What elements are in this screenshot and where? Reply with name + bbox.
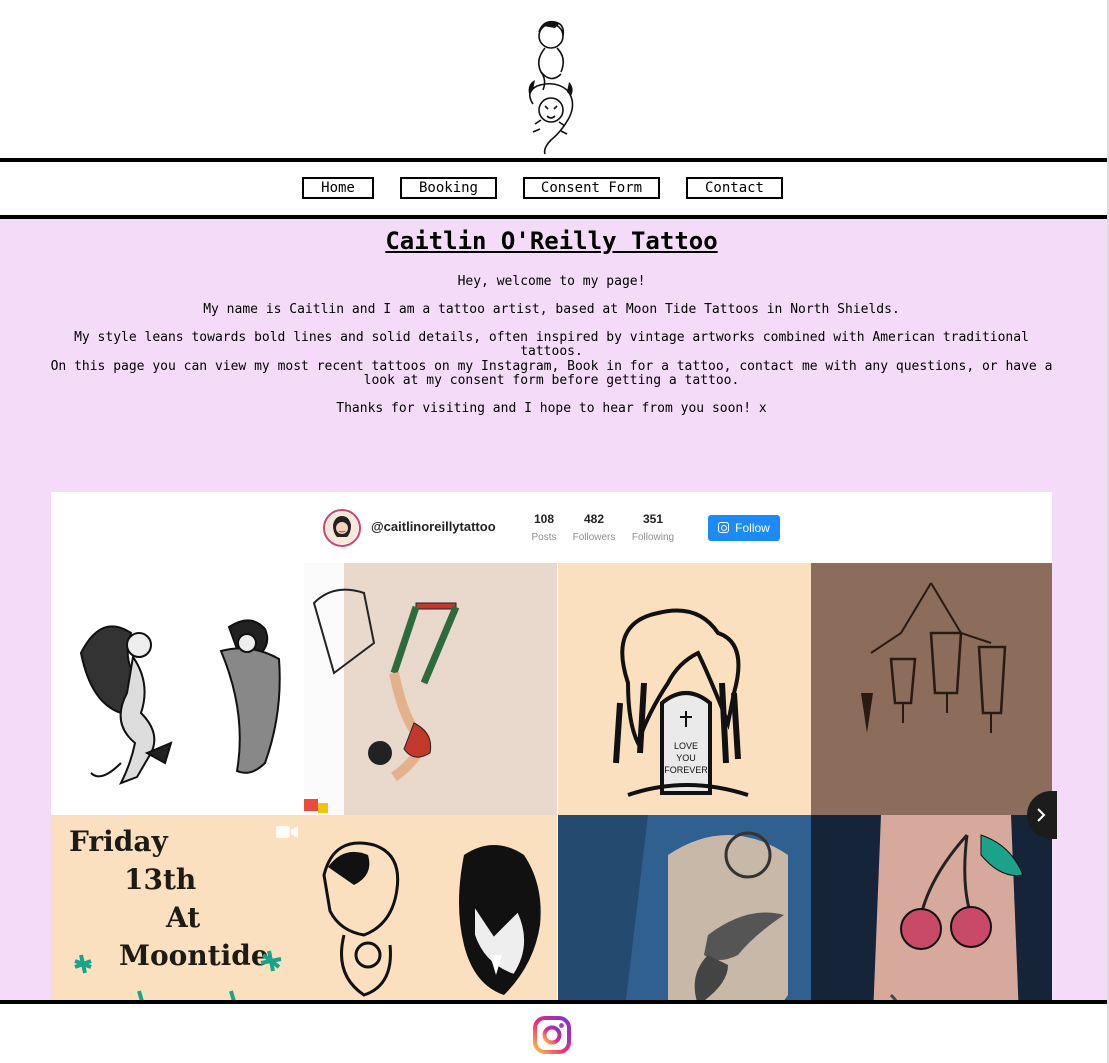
intro-paragraph: On this page you can view my most recent…: [50, 359, 1053, 388]
svg-text:FOREVER: FOREVER: [664, 765, 708, 775]
video-icon: [276, 826, 298, 838]
page-title: Caitlin O'Reilly Tattoo: [385, 227, 718, 255]
woman-and-panther-flash-icon: [322, 841, 541, 997]
site-footer: [0, 1000, 1107, 1063]
instagram-post[interactable]: Friday 13th At Moontide: [51, 815, 304, 1000]
chevron-right-icon: [1037, 808, 1046, 822]
flyer-line: Moontide: [119, 939, 269, 972]
stat-label: Followers: [572, 532, 616, 543]
stat-value: 351: [642, 512, 664, 526]
instagram-post[interactable]: LOVE YOU FOREVER: [558, 563, 811, 815]
main-content: Caitlin O'Reilly Tattoo Hey, welcome to …: [0, 219, 1107, 1000]
instagram-post[interactable]: [811, 563, 1052, 815]
event-flyer-text: Friday 13th At Moontide: [69, 823, 269, 975]
intro-paragraph: My name is Caitlin and I am a tattoo art…: [203, 302, 900, 317]
nav-home-button[interactable]: Home: [302, 177, 374, 199]
instagram-post[interactable]: [304, 563, 557, 815]
nav-contact-button[interactable]: Contact: [686, 177, 783, 199]
follow-label: Follow: [735, 521, 770, 535]
instagram-post[interactable]: [811, 815, 1052, 1000]
devil-pinup-flash-icon: [79, 619, 281, 785]
instagram-post[interactable]: [558, 815, 811, 1000]
flyer-line: At: [166, 901, 201, 934]
svg-text:LOVE: LOVE: [674, 741, 698, 751]
nav-consent-form-button[interactable]: Consent Form: [523, 177, 660, 199]
cherries-tattoo-icon: [811, 815, 1052, 1000]
swallow-tattoo-icon: [558, 815, 811, 1000]
tiger-pinup-logo: [528, 20, 574, 155]
flyer-line: Friday: [69, 825, 168, 858]
following-stat: 351 Following: [623, 512, 683, 543]
willow-gravestone-flash-icon: LOVE YOU FOREVER: [613, 608, 749, 797]
instagram-glyph-icon: [718, 522, 730, 533]
instagram-post[interactable]: [51, 563, 304, 815]
avatar[interactable]: [323, 509, 361, 547]
site-header: [0, 0, 1107, 160]
trapeze-artist-tattoo-icon: [304, 563, 557, 815]
intro-paragraph: Hey, welcome to my page!: [457, 274, 646, 289]
followers-stat: 482 Followers: [564, 512, 624, 543]
lanterns-tattoo-icon: [811, 563, 1052, 815]
svg-text:YOU: YOU: [676, 753, 696, 763]
flyer-line: 13th: [124, 863, 197, 896]
instagram-icon[interactable]: [533, 1016, 571, 1054]
intro-paragraph: Thanks for visiting and I hope to hear f…: [336, 401, 767, 416]
instagram-handle[interactable]: @caitlinoreillytattoo: [371, 519, 496, 534]
stat-label: Following: [631, 532, 675, 543]
instagram-profile-header: @caitlinoreillytattoo 108 Posts 482 Foll…: [51, 492, 1052, 563]
follow-button[interactable]: Follow: [708, 515, 780, 541]
nav-booking-button[interactable]: Booking: [400, 177, 497, 199]
instagram-feed-widget: @caitlinoreillytattoo 108 Posts 482 Foll…: [51, 492, 1052, 1000]
stat-value: 482: [583, 512, 605, 526]
instagram-post[interactable]: [304, 815, 557, 1000]
intro-paragraph: My style leans towards bold lines and so…: [74, 330, 1029, 359]
